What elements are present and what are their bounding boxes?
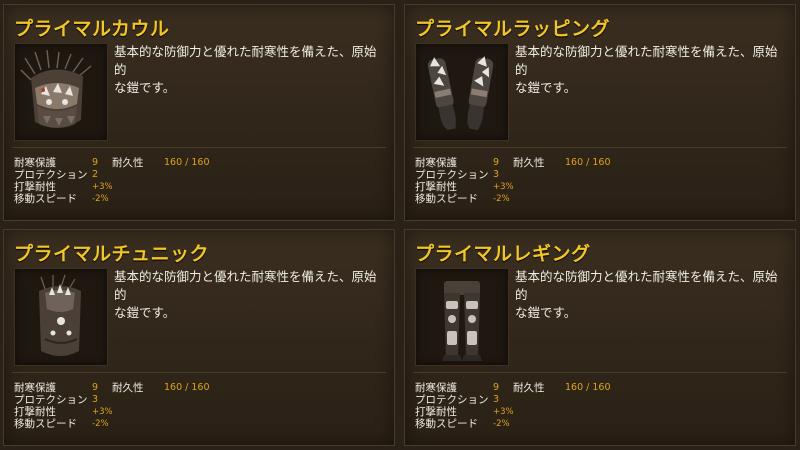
stat-row-protection: プロテクション 2 bbox=[14, 169, 99, 181]
primal-leggings-icon bbox=[415, 268, 509, 366]
stat-row-protection: プロテクション 3 bbox=[415, 169, 500, 181]
primal-cowl-icon bbox=[14, 43, 108, 141]
divider bbox=[12, 372, 386, 373]
stat-row-speed: 移動スピード -2% bbox=[14, 193, 109, 205]
durability: 耐久性 160 / 160 bbox=[513, 157, 611, 169]
durability: 耐久性 160 / 160 bbox=[112, 382, 210, 394]
item-title: プライマルレギング bbox=[415, 243, 591, 265]
stat-row-blunt: 打撃耐性 +3% bbox=[415, 406, 514, 418]
item-title: プライマルチュニック bbox=[14, 243, 210, 265]
item-description: 基本的な防御力と優れた耐寒性を備えた、原始的 な鎧です。 bbox=[515, 269, 778, 320]
item-title: プライマルラッピング bbox=[415, 18, 611, 40]
stat-row-speed: 移動スピード -2% bbox=[14, 418, 109, 430]
stat-row-protection: プロテクション 3 bbox=[14, 394, 99, 406]
primal-tunic-icon bbox=[14, 268, 108, 366]
stat-row-blunt: 打撃耐性 +3% bbox=[14, 181, 113, 193]
item-description: 基本的な防御力と優れた耐寒性を備えた、原始的 な鎧です。 bbox=[515, 44, 778, 95]
item-card-leggings: プライマルレギング 基本的な防御力と優れた耐寒性を備えた、原始的 な鎧です。 耐… bbox=[404, 229, 796, 446]
durability: 耐久性 160 / 160 bbox=[112, 157, 210, 169]
divider bbox=[413, 147, 787, 148]
item-description: 基本的な防御力と優れた耐寒性を備えた、原始的 な鎧です。 bbox=[114, 269, 377, 320]
primal-wrapping-icon bbox=[415, 43, 509, 141]
divider bbox=[12, 147, 386, 148]
item-description: 基本的な防御力と優れた耐寒性を備えた、原始的 な鎧です。 bbox=[114, 44, 377, 95]
divider bbox=[413, 372, 787, 373]
item-card-tunic: プライマルチュニック 基本的な防御力と優れた耐寒性を備えた、原始的 な鎧です。 … bbox=[3, 229, 395, 446]
stat-row-speed: 移動スピード -2% bbox=[415, 193, 510, 205]
stat-row-protection: プロテクション 3 bbox=[415, 394, 500, 406]
item-card-wrapping: プライマルラッピング 基本的な防御力と優れた耐寒性を備えた、原始的 な鎧です。 … bbox=[404, 4, 796, 221]
durability: 耐久性 160 / 160 bbox=[513, 382, 611, 394]
stat-row-speed: 移動スピード -2% bbox=[415, 418, 510, 430]
stat-row-blunt: 打撃耐性 +3% bbox=[14, 406, 113, 418]
stat-row-blunt: 打撃耐性 +3% bbox=[415, 181, 514, 193]
item-card-cowl: プライマルカウル 基本的な防御力と優れた耐寒性を備えた、原始的 な鎧です。 耐寒… bbox=[3, 4, 395, 221]
item-title: プライマルカウル bbox=[14, 18, 170, 40]
